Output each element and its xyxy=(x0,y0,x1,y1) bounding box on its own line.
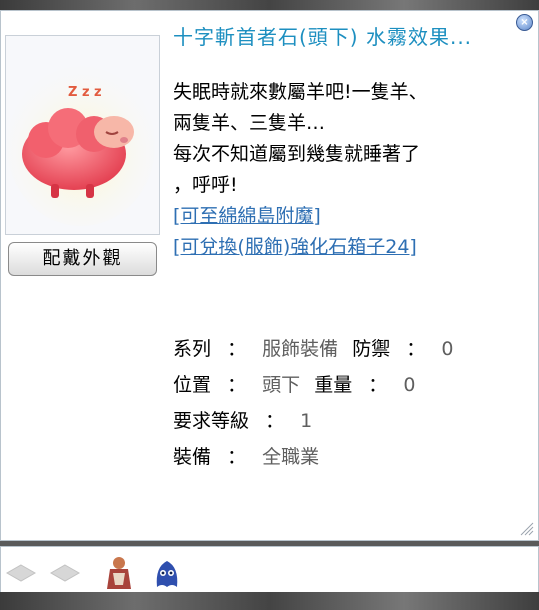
defense-label: 防禦 xyxy=(352,338,391,360)
empty-slot-icon[interactable] xyxy=(47,553,83,593)
colon: ： xyxy=(227,446,247,468)
job-value: 全職業 xyxy=(262,446,320,468)
series-value: 服飾裝備 xyxy=(262,338,339,360)
description-line: 每次不知道屬到幾隻就睡著了 xyxy=(173,143,421,165)
exchange-link[interactable]: [可兌換(服飾)強化石箱子24] xyxy=(173,232,428,263)
position-label: 位置 xyxy=(173,374,212,396)
description-line: ，呼呼! xyxy=(173,174,238,196)
colon: ： xyxy=(227,338,247,360)
colon: ： xyxy=(368,374,388,396)
sleep-z-text: Z z z xyxy=(68,85,102,100)
resize-grip-icon[interactable] xyxy=(518,520,534,536)
close-icon[interactable]: × xyxy=(516,14,533,31)
colon: ： xyxy=(265,410,285,432)
item-title: 十字斬首者石(頭下) 水霧效果... xyxy=(173,25,473,49)
empty-slot-icon[interactable] xyxy=(3,553,39,593)
level-label: 要求等級 xyxy=(173,410,250,432)
stat-row-job: 裝備 ： 全職業 xyxy=(173,439,453,475)
weight-value: 0 xyxy=(403,374,416,396)
item-info-window: 十字斬首者石(頭下) 水霧效果... × Z z z 配戴外觀 失眠時就來數屬羊… xyxy=(0,10,539,541)
item-stats: 系列 ： 服飾裝備 防禦 ： 0 位置 ： 頭下 重量 ： 0 要求等級 ： 1… xyxy=(173,331,453,475)
defense-value: 0 xyxy=(441,338,454,360)
item-preview-box: Z z z xyxy=(5,35,160,235)
description-line: 兩隻羊、三隻羊… xyxy=(173,112,326,134)
colon: ： xyxy=(227,374,247,396)
character-figure-icon[interactable] xyxy=(101,553,137,593)
stat-row-series: 系列 ： 服飾裝備 防禦 ： 0 xyxy=(173,331,453,367)
weight-label: 重量 xyxy=(314,374,353,396)
position-value: 頭下 xyxy=(262,374,301,396)
colon: ： xyxy=(406,338,426,360)
blue-ghost-pet-icon[interactable] xyxy=(149,553,185,593)
stat-row-position: 位置 ： 頭下 重量 ： 0 xyxy=(173,367,453,403)
level-value: 1 xyxy=(300,410,313,432)
description-line: 失眠時就來數屬羊吧!一隻羊、 xyxy=(173,81,428,103)
item-description: 失眠時就來數屬羊吧!一隻羊、 兩隻羊、三隻羊… 每次不知道屬到幾隻就睡著了 ，呼… xyxy=(173,77,428,263)
item-slot-bar xyxy=(0,546,539,598)
series-label: 系列 xyxy=(173,338,212,360)
job-label: 裝備 xyxy=(173,446,212,468)
appearance-button[interactable]: 配戴外觀 xyxy=(8,242,157,276)
enchant-link[interactable]: [可至綿綿島附魔] xyxy=(173,201,428,232)
stat-row-level: 要求等級 ： 1 xyxy=(173,403,453,439)
background-strip-bottom xyxy=(0,592,539,610)
sleeping-pink-sheep-icon: Z z z xyxy=(7,66,155,226)
